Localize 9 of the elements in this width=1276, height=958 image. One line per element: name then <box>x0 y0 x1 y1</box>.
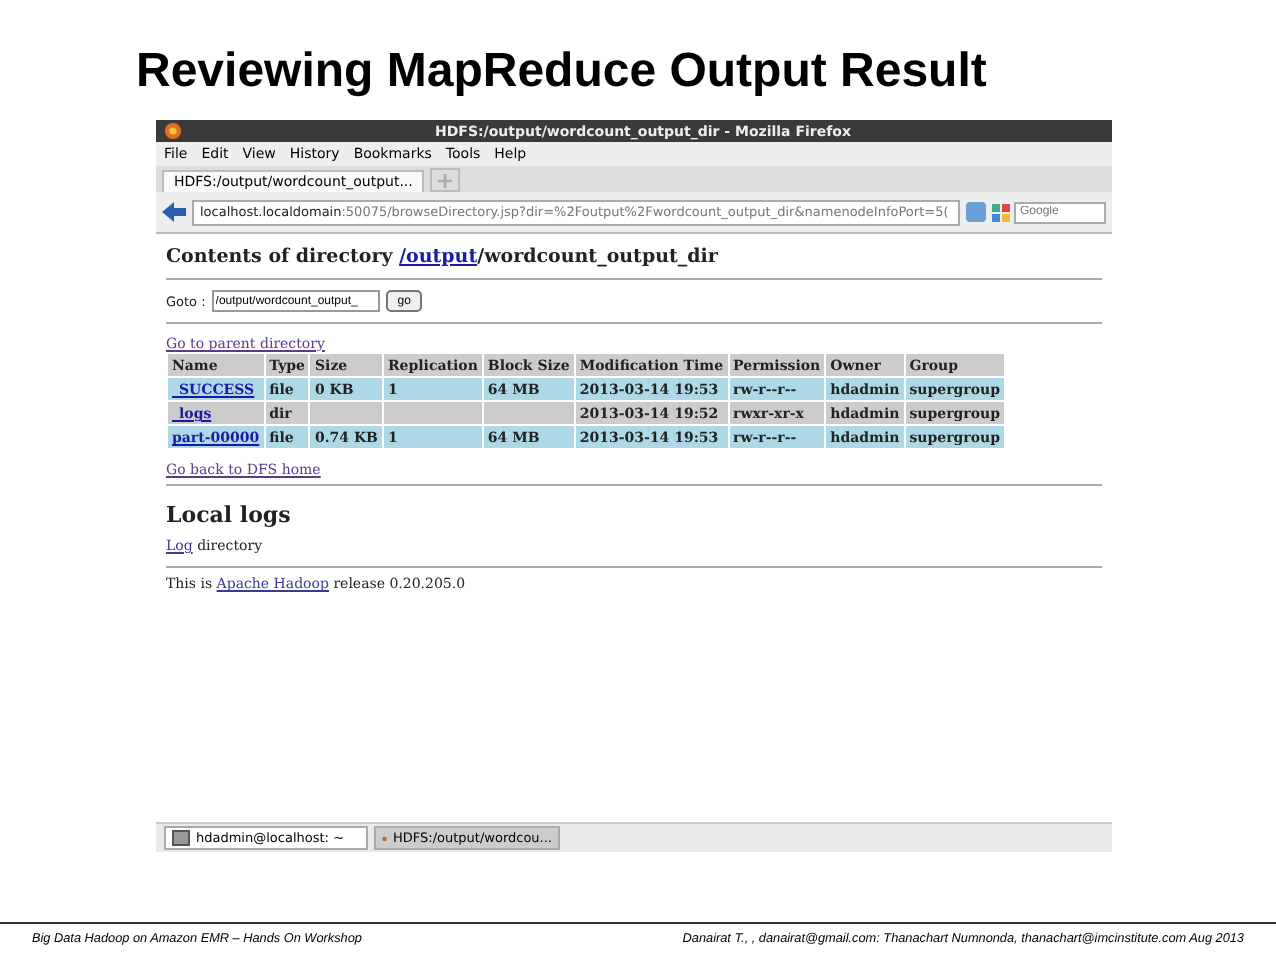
slide-title: Reviewing MapReduce Output Result <box>136 44 987 100</box>
terminal-icon <box>172 830 190 846</box>
new-tab-button[interactable] <box>430 168 461 192</box>
local-logs-heading: Local logs <box>166 502 293 528</box>
directory-link[interactable]: /output <box>399 246 478 268</box>
search-engine-icon <box>992 203 1012 221</box>
directory-heading: Contents of directory /output/wordcount_output_dir <box>166 246 720 268</box>
plus-icon <box>438 173 453 187</box>
back-arrow-icon[interactable] <box>162 202 186 222</box>
